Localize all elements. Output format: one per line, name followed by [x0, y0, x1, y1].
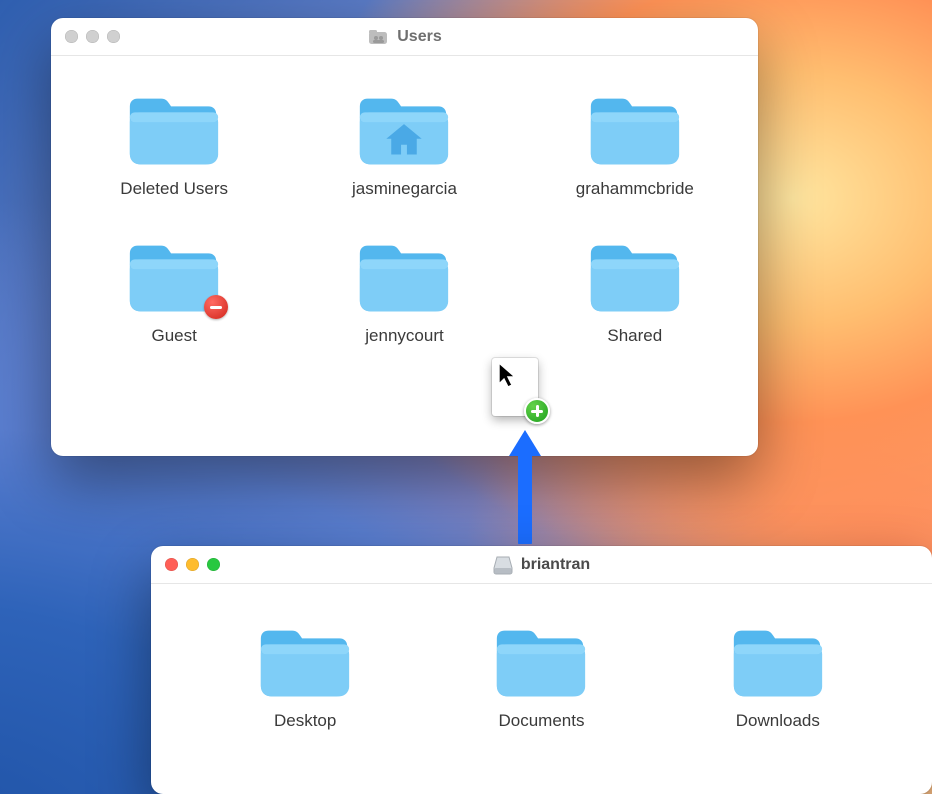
zoom-button[interactable]: [207, 558, 220, 571]
close-button[interactable]: [65, 30, 78, 43]
folder-shared[interactable]: Shared: [545, 229, 725, 348]
finder-window-briantran[interactable]: briantran Desktop Documents Downloa: [151, 546, 932, 794]
zoom-button[interactable]: [107, 30, 120, 43]
icon-label: Downloads: [736, 710, 820, 731]
icon-label: Shared: [607, 325, 662, 346]
folder-icon: [352, 235, 456, 317]
folder-grahammcbride[interactable]: grahammcbride: [545, 82, 725, 201]
window-title: Users: [51, 18, 758, 55]
icon-view[interactable]: Desktop Documents Downloads: [151, 584, 932, 753]
folder-icon: [583, 88, 687, 170]
icon-label: Deleted Users: [120, 178, 228, 199]
traffic-lights: [65, 30, 120, 43]
close-button[interactable]: [165, 558, 178, 571]
folder-desktop[interactable]: Desktop: [215, 614, 395, 733]
window-title: briantran: [151, 546, 932, 583]
minimize-button[interactable]: [86, 30, 99, 43]
icon-label: Desktop: [274, 710, 336, 731]
finder-window-users[interactable]: Users Deleted Users jasminegarcia: [51, 18, 758, 456]
folder-icon: [489, 620, 593, 702]
icon-label: grahammcbride: [576, 178, 694, 199]
folder-downloads[interactable]: Downloads: [688, 614, 868, 733]
titlebar[interactable]: briantran: [151, 546, 932, 584]
disk-icon: [493, 555, 513, 575]
folder-icon: [122, 88, 226, 170]
users-folder-icon: [367, 27, 389, 47]
minimize-button[interactable]: [186, 558, 199, 571]
home-folder-icon: [352, 88, 456, 170]
folder-documents[interactable]: Documents: [451, 614, 631, 733]
icon-view[interactable]: Deleted Users jasminegarcia grahammcbrid…: [51, 56, 758, 383]
icon-label: Documents: [498, 710, 584, 731]
folder-deleted-users[interactable]: Deleted Users: [84, 82, 264, 201]
folder-jasminegarcia[interactable]: jasminegarcia: [314, 82, 494, 201]
window-title-text: briantran: [521, 556, 590, 574]
folder-guest[interactable]: Guest: [84, 229, 264, 348]
traffic-lights: [165, 558, 220, 571]
folder-icon: [583, 235, 687, 317]
folder-jennycourt[interactable]: jennycourt: [314, 229, 494, 348]
icon-label: Guest: [151, 325, 196, 346]
icon-label: jennycourt: [365, 325, 443, 346]
folder-icon: [122, 235, 226, 317]
icon-label: jasminegarcia: [352, 178, 457, 199]
titlebar[interactable]: Users: [51, 18, 758, 56]
window-title-text: Users: [397, 28, 441, 46]
folder-icon: [253, 620, 357, 702]
folder-icon: [726, 620, 830, 702]
